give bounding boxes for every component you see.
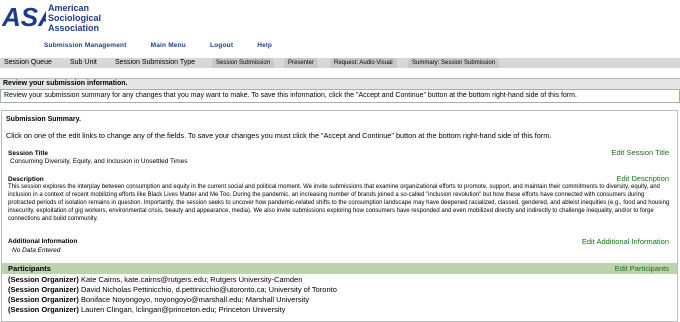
svg-text:ASA: ASA [2, 2, 46, 32]
nav-help[interactable]: Help [257, 42, 272, 49]
review-heading: Review your submission information. [0, 78, 680, 89]
participant-row: (Session Organizer) Lauren Clingan, lcli… [8, 305, 286, 314]
header: ASA American Sociological Association Su… [0, 0, 680, 58]
additional-info-value: No Data Entered [12, 247, 61, 254]
tab-session-submission-type[interactable]: Session Submission Type [115, 58, 195, 68]
tab-session-queue[interactable]: Session Queue [4, 58, 52, 68]
edit-participants-link[interactable]: Edit Participants [615, 263, 669, 274]
participant-row: (Session Organizer) Kate Cairns, kate.ca… [8, 275, 303, 284]
tab-session-submission[interactable]: Session Submission [212, 58, 275, 68]
edit-description-link[interactable]: Edit Description [616, 174, 669, 183]
main-nav: Submission Management Main Menu Logout H… [44, 42, 272, 49]
participant-row: (Session Organizer) David Nicholas Petti… [8, 285, 337, 294]
tab-request-audio-visual[interactable]: Request: Audio Visual [330, 58, 397, 68]
nav-logout[interactable]: Logout [210, 42, 233, 49]
additional-info-label: Additional Information [8, 238, 78, 245]
participants-list: (Session Organizer) Kate Cairns, kate.ca… [8, 275, 337, 315]
participant-row: (Session Organizer) Boniface Noyongoyo, … [8, 295, 310, 304]
tab-summary-session-submission[interactable]: Summary: Session Submission [408, 58, 500, 68]
description-value: This session explores the interplay betw… [8, 184, 670, 222]
edit-additional-info-link[interactable]: Edit Additional Information [582, 237, 669, 246]
nav-submission-management[interactable]: Submission Management [44, 42, 127, 49]
asa-logo-icon: ASA [2, 2, 46, 32]
participants-header: Participants Edit Participants [2, 263, 677, 274]
edit-session-title-link[interactable]: Edit Session Title [611, 148, 669, 157]
org-name: American Sociological Association [48, 3, 102, 33]
submission-summary-panel: Submission Summary. Click on one of the … [1, 110, 678, 322]
step-tabs: Session Queue Sub Unit Session Submissio… [0, 58, 680, 68]
tab-presenter[interactable]: Presenter [284, 58, 319, 68]
review-instructions: Review your submission summary for any c… [0, 89, 680, 103]
session-title-value: Consuming Diversity, Equity, and Inclusi… [10, 158, 188, 165]
participants-label: Participants [8, 264, 51, 273]
summary-heading: Submission Summary. [6, 116, 81, 123]
nav-main-menu[interactable]: Main Menu [151, 42, 186, 49]
tab-sub-unit[interactable]: Sub Unit [70, 58, 97, 68]
summary-instructions: Click on one of the edit links to change… [6, 131, 552, 140]
